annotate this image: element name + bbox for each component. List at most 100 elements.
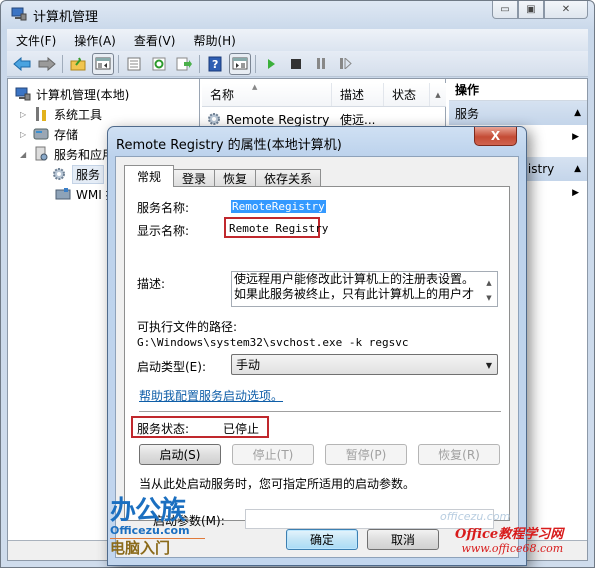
column-name[interactable]: ▲ 名称 [202, 83, 332, 106]
stop-button[interactable]: 停止(T) [232, 444, 314, 465]
help-configure-link[interactable]: 帮助我配置服务启动选项。 [139, 387, 283, 404]
startup-type-label: 启动类型(E): [137, 360, 206, 374]
help-icon[interactable]: ? [204, 53, 226, 75]
scroll-up-icon[interactable]: ▲ [430, 91, 446, 99]
expand-icon[interactable]: ▷ [20, 110, 32, 119]
services-apps-icon [32, 146, 50, 162]
start-button[interactable]: 启动(S) [139, 444, 221, 465]
ok-button[interactable]: 确定 [286, 529, 358, 550]
svg-text:?: ? [212, 58, 218, 71]
watermark-url: Officezu.com [110, 524, 190, 537]
column-description[interactable]: 描述 [332, 83, 384, 106]
window-title: 计算机管理 [33, 10, 99, 25]
tree-item-services[interactable]: 服务 [50, 164, 105, 184]
actions-header: 操作 [449, 79, 587, 101]
wmi-control-icon [54, 186, 72, 202]
tree-item-label: 服务 [72, 164, 105, 184]
watermark-officezu: 办公族 Officezu.com 电脑入门 [110, 497, 210, 556]
menu-view[interactable]: 查看(V) [125, 32, 185, 49]
collapse-icon: ▲ [574, 164, 581, 174]
display-name-label: 显示名称: [137, 224, 190, 238]
scroll-down-icon[interactable]: ▼ [486, 291, 491, 306]
column-label: 名称 [210, 88, 235, 102]
minimize-icon: ▭ [500, 4, 510, 15]
display-name-value[interactable]: Remote Registry [229, 222, 328, 235]
stop-service-icon[interactable] [285, 53, 307, 75]
close-icon: ✕ [561, 4, 571, 15]
show-hide-action-pane-icon[interactable] [229, 52, 251, 75]
system-tools-icon [32, 106, 50, 122]
menu-help[interactable]: 帮助(H) [184, 32, 244, 49]
tree-root[interactable]: 计算机管理(本地) [14, 84, 129, 104]
dialog-close-button[interactable]: X [474, 127, 517, 146]
list-header: ▲ 名称 描述 状态 ▲ [202, 83, 446, 107]
watermark-faint: officezu.com [440, 510, 511, 523]
watermark-url: www.office68.com [461, 542, 564, 555]
start-service-icon[interactable] [260, 53, 282, 75]
refresh-icon[interactable] [148, 53, 170, 75]
collapse-icon[interactable]: ◢ [20, 150, 32, 159]
column-status[interactable]: 状态 [384, 83, 430, 106]
service-name-selected-text[interactable]: RemoteRegistry [231, 200, 326, 213]
submenu-arrow-icon: ▶ [572, 132, 579, 142]
general-tab-panel: 服务名称: RemoteRegistry 显示名称: Remote Regist… [124, 186, 510, 529]
back-icon[interactable] [11, 53, 33, 75]
actions-section-services[interactable]: 服务 ▲ [449, 101, 587, 125]
sort-ascending-icon: ▲ [252, 83, 258, 91]
tab-recovery[interactable]: 恢复 [214, 169, 257, 187]
computer-management-icon [14, 86, 32, 102]
up-folder-icon[interactable] [67, 53, 89, 75]
service-status-label: 服务状态: [137, 422, 190, 436]
start-parameters-hint: 当从此处启动服务时，您可指定所适用的启动参数。 [139, 477, 416, 491]
forward-icon[interactable] [36, 53, 58, 75]
tree-item-storage[interactable]: ▷ 存储 [20, 124, 78, 144]
description-scrollbar[interactable]: ▲ ▼ [481, 272, 497, 306]
menu-file[interactable]: 文件(F) [7, 32, 65, 49]
computer-management-icon [11, 7, 27, 21]
services-gear-icon [50, 166, 68, 182]
watermark-logo: 办公族 [110, 497, 210, 525]
watermark-office68: Office教程学习网 www.office68.com [455, 527, 563, 555]
tree-item-label: 存储 [54, 127, 79, 142]
section-label: 服务 [455, 106, 480, 121]
menu-action[interactable]: 操作(A) [65, 32, 125, 49]
watermark-logo-text: 办公族 [110, 496, 186, 526]
description-textbox[interactable]: 使远程用户能修改此计算机上的注册表设置。如果此服务被终止，只有此计算机上的用户才… [231, 271, 498, 307]
submenu-arrow-icon: ▶ [572, 188, 579, 198]
description-label: 描述: [137, 277, 166, 291]
pause-service-icon[interactable] [310, 53, 332, 75]
tree-item-system-tools[interactable]: ▷ 系统工具 [20, 104, 102, 124]
pause-button[interactable]: 暂停(P) [325, 444, 407, 465]
service-name-cell: Remote Registry [226, 111, 330, 127]
toolbar-separator [62, 54, 63, 73]
tab-log-on[interactable]: 登录 [173, 169, 216, 187]
startup-type-select[interactable]: 手动 ▼ [231, 354, 498, 375]
column-label: 状态 [392, 88, 417, 102]
storage-icon [32, 126, 50, 142]
watermark-title: Office教程学习网 [455, 527, 564, 542]
tab-strip: 常规 登录 恢复 依存关系 [124, 165, 322, 187]
expand-icon[interactable]: ▷ [20, 130, 32, 139]
watermark-subtitle: 电脑入门 [110, 539, 171, 557]
tab-general[interactable]: 常规 [124, 165, 175, 187]
startup-type-value: 手动 [236, 358, 261, 372]
show-hide-tree-icon[interactable] [92, 52, 114, 75]
resume-button[interactable]: 恢复(R) [418, 444, 500, 465]
service-name-value[interactable]: RemoteRegistry [231, 200, 326, 213]
executable-path-label: 可执行文件的路径: [137, 320, 238, 334]
service-status-value: 已停止 [223, 422, 260, 436]
toolbar-separator [118, 54, 119, 73]
properties-icon[interactable] [123, 53, 145, 75]
tree-item-label: 系统工具 [54, 107, 103, 122]
resume-service-icon[interactable] [335, 53, 357, 75]
export-list-icon[interactable] [173, 53, 195, 75]
maximize-button[interactable]: ▣ [518, 1, 544, 19]
tab-dependencies[interactable]: 依存关系 [255, 169, 322, 187]
tree-root-label: 计算机管理(本地) [36, 87, 130, 102]
collapse-icon: ▲ [574, 108, 581, 118]
minimize-button[interactable]: ▭ [492, 1, 518, 19]
service-description-cell: 使远... [340, 112, 376, 127]
cancel-button[interactable]: 取消 [367, 529, 439, 550]
close-button[interactable]: ✕ [544, 1, 588, 19]
scroll-up-icon[interactable]: ▲ [486, 276, 491, 291]
